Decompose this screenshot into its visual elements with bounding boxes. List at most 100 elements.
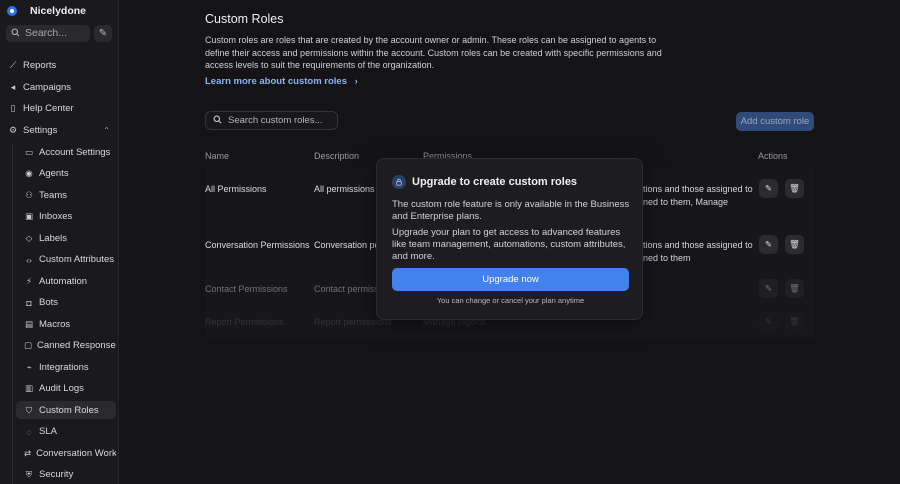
chevron-up-icon: ⌃ xyxy=(103,125,110,135)
search-icon xyxy=(11,28,20,39)
sidebar-item-label: Automation xyxy=(39,275,88,287)
edit-role-button[interactable]: ✎ xyxy=(759,312,778,331)
pencil-icon: ✎ xyxy=(764,316,773,326)
search-placeholder: Search custom roles... xyxy=(228,115,323,126)
sidebar-item-label: Integrations xyxy=(39,361,89,373)
log-icon: ▥ xyxy=(24,383,34,393)
role-name: All Permissions xyxy=(205,184,267,194)
sidebar-item-label: Account Settings xyxy=(39,146,111,158)
megaphone-icon: ◂ xyxy=(10,81,16,92)
sidebar-item-inboxes[interactable]: ▣ Inboxes xyxy=(16,208,116,226)
settings-tree-line xyxy=(12,143,13,484)
brand-logo-icon xyxy=(7,6,17,16)
delete-role-button[interactable]: 🗑 xyxy=(785,235,804,254)
upgrade-now-button[interactable]: Upgrade now xyxy=(392,268,629,291)
pencil-icon: ✎ xyxy=(764,283,773,293)
sidebar-item-label: Macros xyxy=(39,318,71,330)
sidebar-item-agents[interactable]: ◉ Agents xyxy=(16,165,116,183)
sidebar-item-label: Bots xyxy=(39,297,59,308)
sidebar-item-security[interactable]: ⛨ Security xyxy=(16,466,116,484)
sidebar-item-label: Agents xyxy=(39,168,69,179)
sidebar-item-label: Conversation Workflows xyxy=(36,447,116,459)
sidebar-item-label: Inboxes xyxy=(39,211,73,222)
role-permissions: tions and those assigned to ned to them,… xyxy=(643,184,753,207)
reports-icon: ⟋ xyxy=(9,60,17,70)
pencil-icon: ✎ xyxy=(98,27,108,39)
sidebar-item-custom-attributes[interactable]: ‹› Custom Attributes xyxy=(16,251,116,269)
sidebar-item-audit-logs[interactable]: ▥ Audit Logs xyxy=(16,380,116,398)
add-custom-role-button[interactable]: Add custom role xyxy=(736,112,814,131)
sidebar-item-label: Teams xyxy=(39,189,67,201)
sidebar-item-label: Custom Attributes xyxy=(39,254,114,265)
learn-more-link[interactable]: Learn more about custom roles › xyxy=(205,76,358,87)
tag-icon: ◇ xyxy=(25,232,33,243)
pencil-icon: ✎ xyxy=(764,183,773,193)
edit-role-button[interactable]: ✎ xyxy=(759,235,778,254)
learn-more-label: Learn more about custom roles xyxy=(205,76,348,87)
sidebar-item-macros[interactable]: ▤ Macros xyxy=(16,315,116,333)
page-description: Custom roles are roles that are created … xyxy=(205,35,662,70)
account-switcher[interactable]: Nicelydone xyxy=(0,0,118,22)
sidebar-search[interactable]: Search... xyxy=(6,24,90,42)
sidebar-item-canned-responses[interactable]: ▢ Canned Responses xyxy=(16,337,116,355)
compose-button[interactable]: ✎ xyxy=(94,24,112,42)
sidebar-search-placeholder: Search... xyxy=(25,27,68,39)
sidebar-item-automation[interactable]: ⚡ Automation xyxy=(16,272,116,290)
modal-text-upgrade-benefits: Upgrade your plan to get access to advan… xyxy=(392,227,626,262)
delete-role-button[interactable]: 🗑 xyxy=(785,279,804,298)
modal-note: You can change or cancel your plan anyti… xyxy=(436,296,585,305)
clock-icon: ◌ xyxy=(26,426,32,437)
role-name: Contact Permissions xyxy=(205,284,288,294)
sidebar-item-settings[interactable]: ⚙ Settings ⌃ xyxy=(0,121,118,140)
chevron-right-icon: › xyxy=(354,76,358,87)
person-icon: ◉ xyxy=(25,168,33,178)
canned-response-icon: ▢ xyxy=(24,340,33,350)
macro-icon: ▤ xyxy=(24,318,34,329)
role-description: All permissions xyxy=(314,184,375,194)
plug-icon: ⌁ xyxy=(26,361,32,372)
bot-icon: ◘ xyxy=(26,297,32,308)
code-icon: ‹› xyxy=(26,254,32,265)
column-header-name: Name xyxy=(205,151,230,161)
briefcase-icon: ▭ xyxy=(24,146,34,157)
automation-icon: ⚡ xyxy=(26,275,32,286)
edit-role-button[interactable]: ✎ xyxy=(759,279,778,298)
delete-role-button[interactable]: 🗑 xyxy=(785,312,804,331)
sidebar-item-campaigns[interactable]: ◂ Campaigns xyxy=(0,78,118,97)
modal-text-availability: The custom role feature is only availabl… xyxy=(392,199,630,222)
trash-icon: 🗑 xyxy=(789,239,800,249)
sidebar-item-label: Reports xyxy=(23,60,57,71)
trash-icon: 🗑 xyxy=(789,183,800,193)
trash-icon: 🗑 xyxy=(789,283,800,293)
security-shield-icon: ⛨ xyxy=(25,469,33,479)
role-permissions: tions and those assigned to ned to them xyxy=(643,240,753,263)
sidebar-item-reports[interactable]: ⟋ Reports xyxy=(0,56,118,75)
sidebar-item-label: Labels xyxy=(39,232,67,244)
sidebar-item-bots[interactable]: ◘ Bots xyxy=(16,294,116,312)
sidebar-item-custom-roles[interactable]: ⛉ Custom Roles xyxy=(16,401,116,419)
page-title: Custom Roles xyxy=(205,12,284,26)
sidebar-item-conversation-workflows[interactable]: ⇄ Conversation Workflows xyxy=(16,444,116,462)
search-icon xyxy=(213,115,222,126)
sidebar-item-label: Security xyxy=(39,469,74,480)
sidebar-item-teams[interactable]: ⚇ Teams xyxy=(16,186,116,204)
sidebar-item-label: Help Center xyxy=(23,103,74,114)
sidebar-item-sla[interactable]: ◌ SLA xyxy=(16,423,116,441)
sidebar-item-label: Audit Logs xyxy=(39,383,84,394)
sidebar-item-label: SLA xyxy=(39,426,57,437)
search-custom-roles-input[interactable]: Search custom roles... xyxy=(205,111,338,130)
column-header-actions: Actions xyxy=(758,151,788,161)
sidebar-item-integrations[interactable]: ⌁ Integrations xyxy=(16,358,116,376)
lock-icon xyxy=(392,175,406,189)
shield-icon: ⛉ xyxy=(25,404,33,415)
inbox-icon: ▣ xyxy=(24,211,34,221)
sidebar-item-labels[interactable]: ◇ Labels xyxy=(16,229,116,247)
gear-icon: ⚙ xyxy=(8,124,18,135)
role-description: Conversation pe xyxy=(314,240,380,250)
sidebar-item-label: Canned Responses xyxy=(37,340,116,351)
edit-role-button[interactable]: ✎ xyxy=(759,179,778,198)
delete-role-button[interactable]: 🗑 xyxy=(785,179,804,198)
sidebar-item-help-center[interactable]: ▯ Help Center xyxy=(0,99,118,118)
sidebar-item-account-settings[interactable]: ▭ Account Settings xyxy=(16,143,116,161)
pencil-icon: ✎ xyxy=(764,239,773,249)
